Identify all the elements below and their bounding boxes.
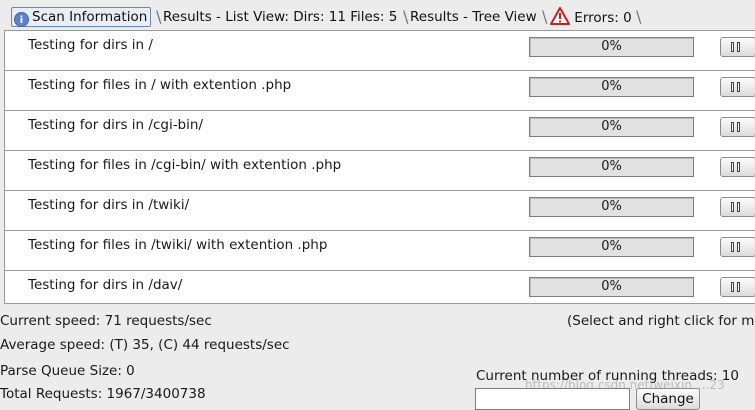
pause-button[interactable] xyxy=(720,77,755,97)
tab-separator: \ xyxy=(636,7,642,26)
tab-scan-information-label: Scan Information xyxy=(32,9,148,25)
pause-icon xyxy=(731,122,743,133)
scan-task-row: Testing for files in /cgi-bin/ with exte… xyxy=(5,151,755,191)
pause-button[interactable] xyxy=(720,197,755,217)
tab-results-tree-view[interactable]: Results - Tree View xyxy=(410,7,537,27)
pause-button[interactable] xyxy=(720,237,755,257)
tab-errors-label: Errors: 0 xyxy=(574,10,632,26)
scan-task-row: Testing for dirs in / 0% xyxy=(5,31,755,71)
progress-text: 0% xyxy=(601,39,622,54)
scan-task-row: Testing for dirs in /dav/ 0% xyxy=(5,271,755,303)
scan-task-label: Testing for dirs in /twiki/ xyxy=(28,197,190,213)
total-requests: Total Requests: 1967/3400738 xyxy=(0,386,206,402)
pause-icon xyxy=(731,282,743,293)
tab-errors[interactable]: Errors: 0 xyxy=(550,7,632,27)
tab-bar: i Scan Information \ Results - List View:… xyxy=(0,0,755,31)
scan-task-label: Testing for dirs in /dav/ xyxy=(28,277,183,293)
pause-button[interactable] xyxy=(720,117,755,137)
scan-task-row: Testing for dirs in /twiki/ 0% xyxy=(5,191,755,231)
pause-icon xyxy=(731,162,743,173)
pause-icon xyxy=(731,82,743,93)
pause-button[interactable] xyxy=(720,37,755,57)
progress-bar: 0% xyxy=(529,237,694,257)
scan-task-label: Testing for files in /twiki/ with extent… xyxy=(28,237,328,253)
progress-text: 0% xyxy=(601,119,622,134)
scan-task-label: Testing for files in /cgi-bin/ with exte… xyxy=(28,157,342,173)
progress-bar: 0% xyxy=(529,277,694,297)
scan-task-label: Testing for dirs in / xyxy=(28,37,153,53)
pause-icon xyxy=(731,202,743,213)
right-click-hint: (Select and right click for m xyxy=(567,313,755,329)
progress-bar: 0% xyxy=(529,77,694,97)
tab-results-list-view[interactable]: Results - List View: Dirs: 11 Files: 5 xyxy=(163,7,397,27)
scan-task-label: Testing for files in / with extention .p… xyxy=(28,77,292,93)
progress-text: 0% xyxy=(601,279,622,294)
tab-results-list-view-label: Results - List View: Dirs: 11 Files: 5 xyxy=(163,9,398,25)
tab-separator: \ xyxy=(156,7,162,26)
current-speed: Current speed: 71 requests/sec xyxy=(0,313,212,329)
scan-tasks-panel: Testing for dirs in / 0% Testing for fil… xyxy=(4,30,755,304)
progress-text: 0% xyxy=(601,79,622,94)
progress-bar: 0% xyxy=(529,197,694,217)
scan-task-row: Testing for dirs in /cgi-bin/ 0% xyxy=(5,111,755,151)
pause-icon xyxy=(731,42,743,53)
warning-icon xyxy=(550,7,570,25)
tab-scan-information[interactable]: i Scan Information xyxy=(11,7,152,27)
tab-separator: \ xyxy=(542,7,548,26)
tab-separator: \ xyxy=(403,7,409,26)
progress-text: 0% xyxy=(601,199,622,214)
info-icon: i xyxy=(14,12,29,27)
progress-text: 0% xyxy=(601,239,622,254)
progress-bar: 0% xyxy=(529,37,694,57)
tab-results-tree-view-label: Results - Tree View xyxy=(410,9,537,25)
average-speed: Average speed: (T) 35, (C) 44 requests/s… xyxy=(0,337,290,353)
scan-task-row: Testing for files in /twiki/ with extent… xyxy=(5,231,755,271)
progress-text: 0% xyxy=(601,159,622,174)
pause-button[interactable] xyxy=(720,157,755,177)
progress-bar: 0% xyxy=(529,157,694,177)
parse-queue-size: Parse Queue Size: 0 xyxy=(0,363,135,379)
pause-icon xyxy=(731,242,743,253)
scan-task-row: Testing for files in / with extention .p… xyxy=(5,71,755,111)
progress-bar: 0% xyxy=(529,117,694,137)
scan-task-label: Testing for dirs in /cgi-bin/ xyxy=(28,117,203,133)
pause-button[interactable] xyxy=(720,277,755,297)
